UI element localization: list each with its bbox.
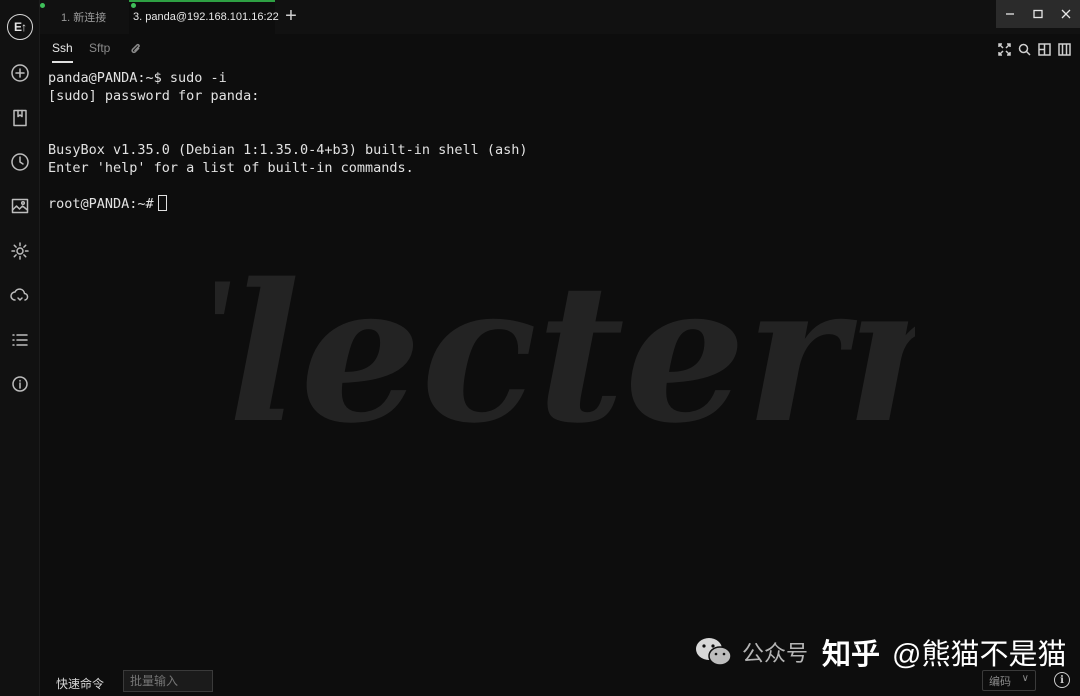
tab-sftp[interactable]: Sftp [89,41,110,55]
bottom-bar: 快速命令 编码 ∨ i [40,666,1080,696]
prompt-text: root@PANDA:~# [48,196,154,212]
tab-new-connection[interactable]: 1. 新连接 [53,0,129,34]
info-icon[interactable] [9,373,31,395]
close-button[interactable] [1052,0,1080,28]
terminal-output[interactable]: panda@PANDA:~$ sudo -i [sudo] password f… [48,69,1060,213]
terminal-line: BusyBox v1.35.0 (Debian 1:1.35.0-4+b3) b… [48,142,528,158]
electerm-watermark: Electerm [78,242,1046,465]
maximize-button[interactable] [1024,0,1052,28]
tab-ssh-session[interactable]: 3. panda@192.168.101.16:22 [129,0,279,34]
watermark-text: Electerm [215,245,915,465]
minimize-button[interactable] [996,0,1024,28]
bookmark-icon[interactable] [9,107,31,129]
wechat-icon [696,638,732,666]
sync-icon[interactable] [9,285,31,307]
history-icon[interactable] [9,151,31,173]
tab-ssh[interactable]: Ssh [52,41,73,63]
terminal-line: Enter 'help' for a list of built-in comm… [48,160,414,176]
info-button[interactable]: i [1054,672,1070,688]
session-subtabs: Ssh Sftp [40,34,1080,64]
split-horizontal-icon[interactable] [1057,42,1072,57]
chevron-down-icon: ∨ [1021,673,1029,684]
image-icon[interactable] [9,195,31,217]
add-session-icon[interactable] [9,62,31,84]
batch-input[interactable] [123,670,213,692]
encoding-label: 编码 [989,675,1011,688]
settings-icon[interactable] [9,240,31,262]
quick-command-label[interactable]: 快速命令 [56,675,104,692]
tab-label: 1. 新连接 [61,12,107,24]
terminal-cursor [157,195,167,211]
split-vertical-icon[interactable] [1037,42,1052,57]
window-controls [996,0,1080,28]
list-icon[interactable] [9,329,31,351]
add-tab-button[interactable]: + [281,5,301,27]
app-logo[interactable]: E↑ [7,14,33,40]
wechat-label: 公众号 [742,641,809,666]
terminal-prompt-line: root@PANDA:~# [48,195,1060,213]
tab-label: 3. panda@192.168.101.16:22 [133,11,279,23]
fullscreen-icon[interactable] [997,42,1012,57]
tab-bar: 1. 新连接 3. panda@192.168.101.16:22 + [40,0,1080,34]
terminal-line: [sudo] password for panda: [48,88,260,104]
encoding-select[interactable]: 编码 ∨ [982,670,1036,691]
search-icon[interactable] [1017,42,1032,57]
sidebar: E↑ [0,0,40,696]
terminal-toolbar [997,42,1072,57]
status-dot [40,3,45,8]
terminal-line: panda@PANDA:~$ sudo -i [48,70,227,86]
status-dot [131,3,136,8]
attachment-icon[interactable] [130,42,142,56]
